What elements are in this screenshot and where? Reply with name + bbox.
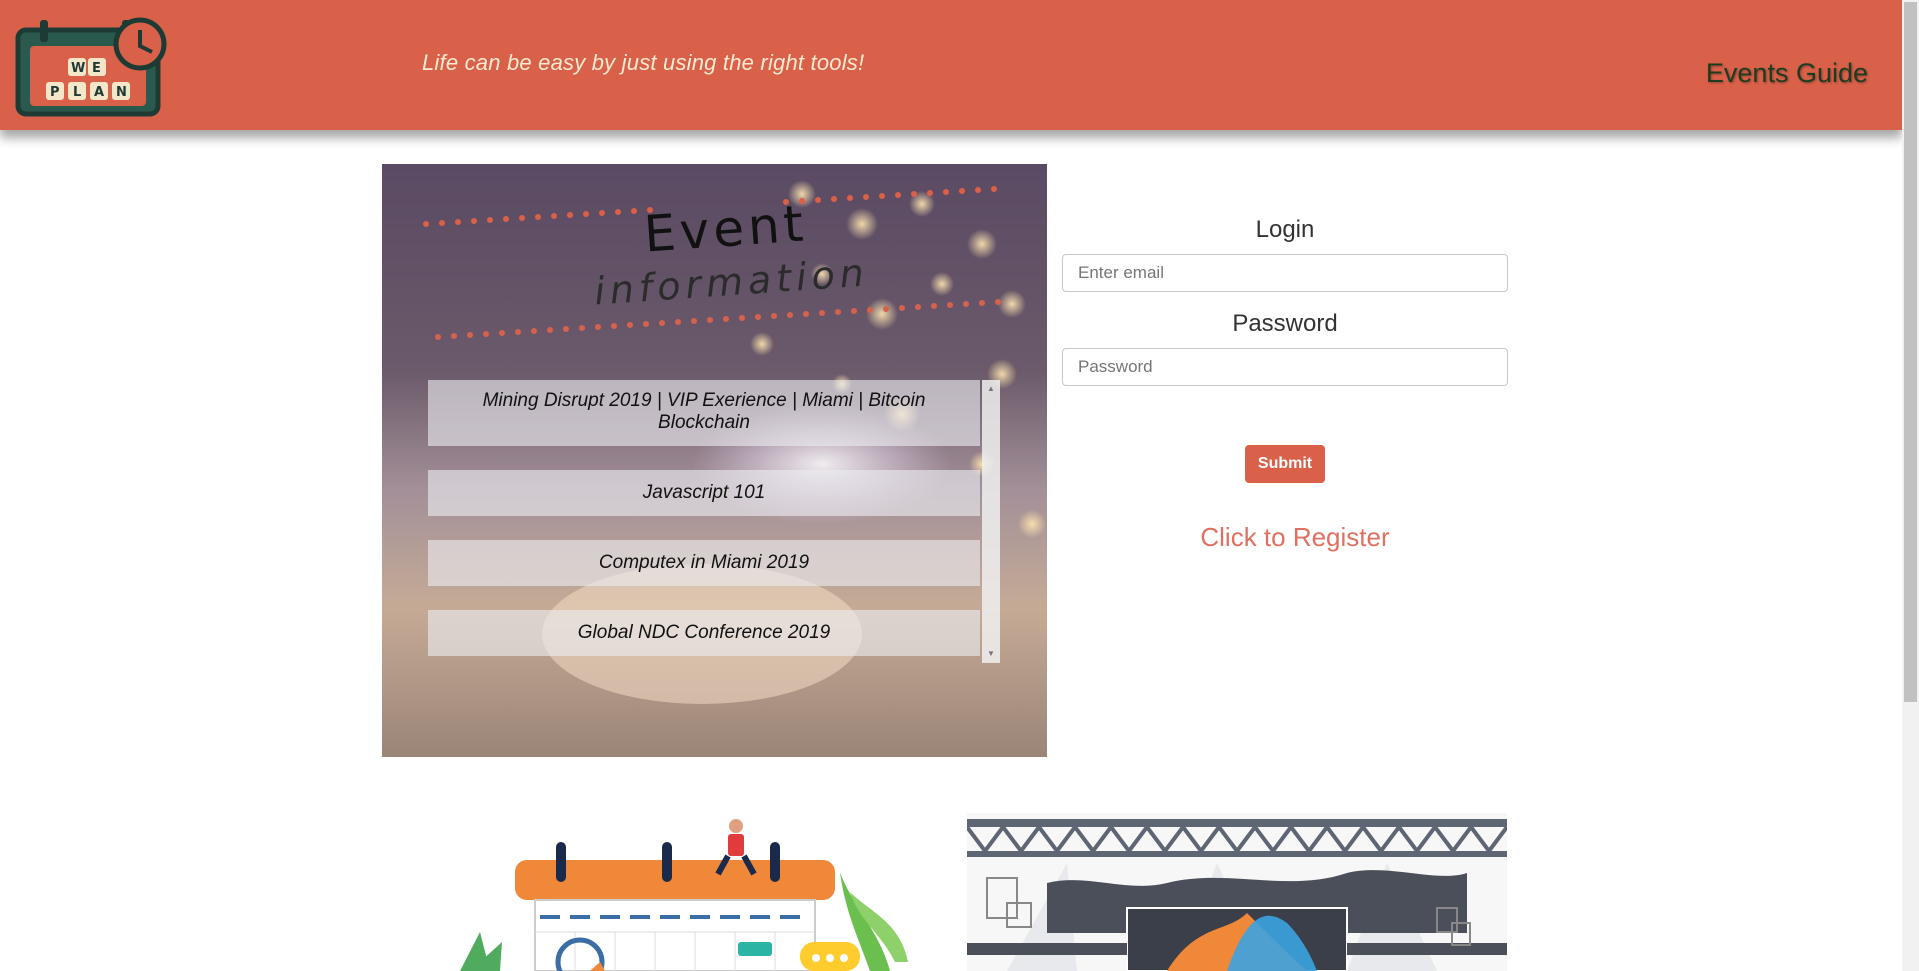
svg-text:L: L xyxy=(73,85,81,100)
svg-text:A: A xyxy=(94,85,104,100)
svg-text:W: W xyxy=(71,61,85,76)
svg-text:N: N xyxy=(116,85,127,100)
page-scrollbar[interactable] xyxy=(1902,0,1919,971)
event-title: Event xyxy=(642,194,810,264)
svg-text:E: E xyxy=(92,61,101,76)
page-scrollbar-thumb[interactable] xyxy=(1904,2,1917,702)
login-form: Login Password Submit Click to Register xyxy=(1062,216,1508,552)
event-list-item[interactable]: Mining Disrupt 2019 | VIP Exerience | Mi… xyxy=(428,380,980,446)
email-input[interactable] xyxy=(1062,254,1508,292)
stage-illustration xyxy=(967,813,1507,971)
event-list-item[interactable]: Computex in Miami 2019 xyxy=(428,540,980,586)
event-list-item[interactable]: Javascript 101 xyxy=(428,470,980,516)
calendar-illustration xyxy=(460,819,908,971)
event-list[interactable]: Mining Disrupt 2019 | VIP Exerience | Mi… xyxy=(428,380,1000,757)
events-guide-link[interactable]: Events Guide xyxy=(1706,58,1868,89)
svg-text:P: P xyxy=(50,85,60,100)
password-input[interactable] xyxy=(1062,348,1508,386)
we-plan-logo[interactable]: WE PLAN xyxy=(12,16,172,120)
event-list-item[interactable]: Global NDC Conference 2019 xyxy=(428,610,980,656)
login-label: Login xyxy=(1255,216,1315,243)
password-label: Password xyxy=(1232,310,1338,337)
scroll-up-arrow-icon[interactable]: ▲ xyxy=(982,382,1000,396)
submit-button[interactable]: Submit xyxy=(1245,445,1325,483)
header-bar: WE PLAN Life can be easy by just using t… xyxy=(0,0,1902,130)
tagline: Life can be easy by just using the right… xyxy=(422,50,865,75)
event-information-panel: Event information Mining Disrupt 2019 | … xyxy=(382,164,1047,757)
register-link[interactable]: Click to Register xyxy=(1062,522,1528,553)
scroll-down-arrow-icon[interactable]: ▼ xyxy=(982,647,1000,661)
event-list-scrollbar[interactable]: ▲ ▼ xyxy=(982,380,1000,663)
